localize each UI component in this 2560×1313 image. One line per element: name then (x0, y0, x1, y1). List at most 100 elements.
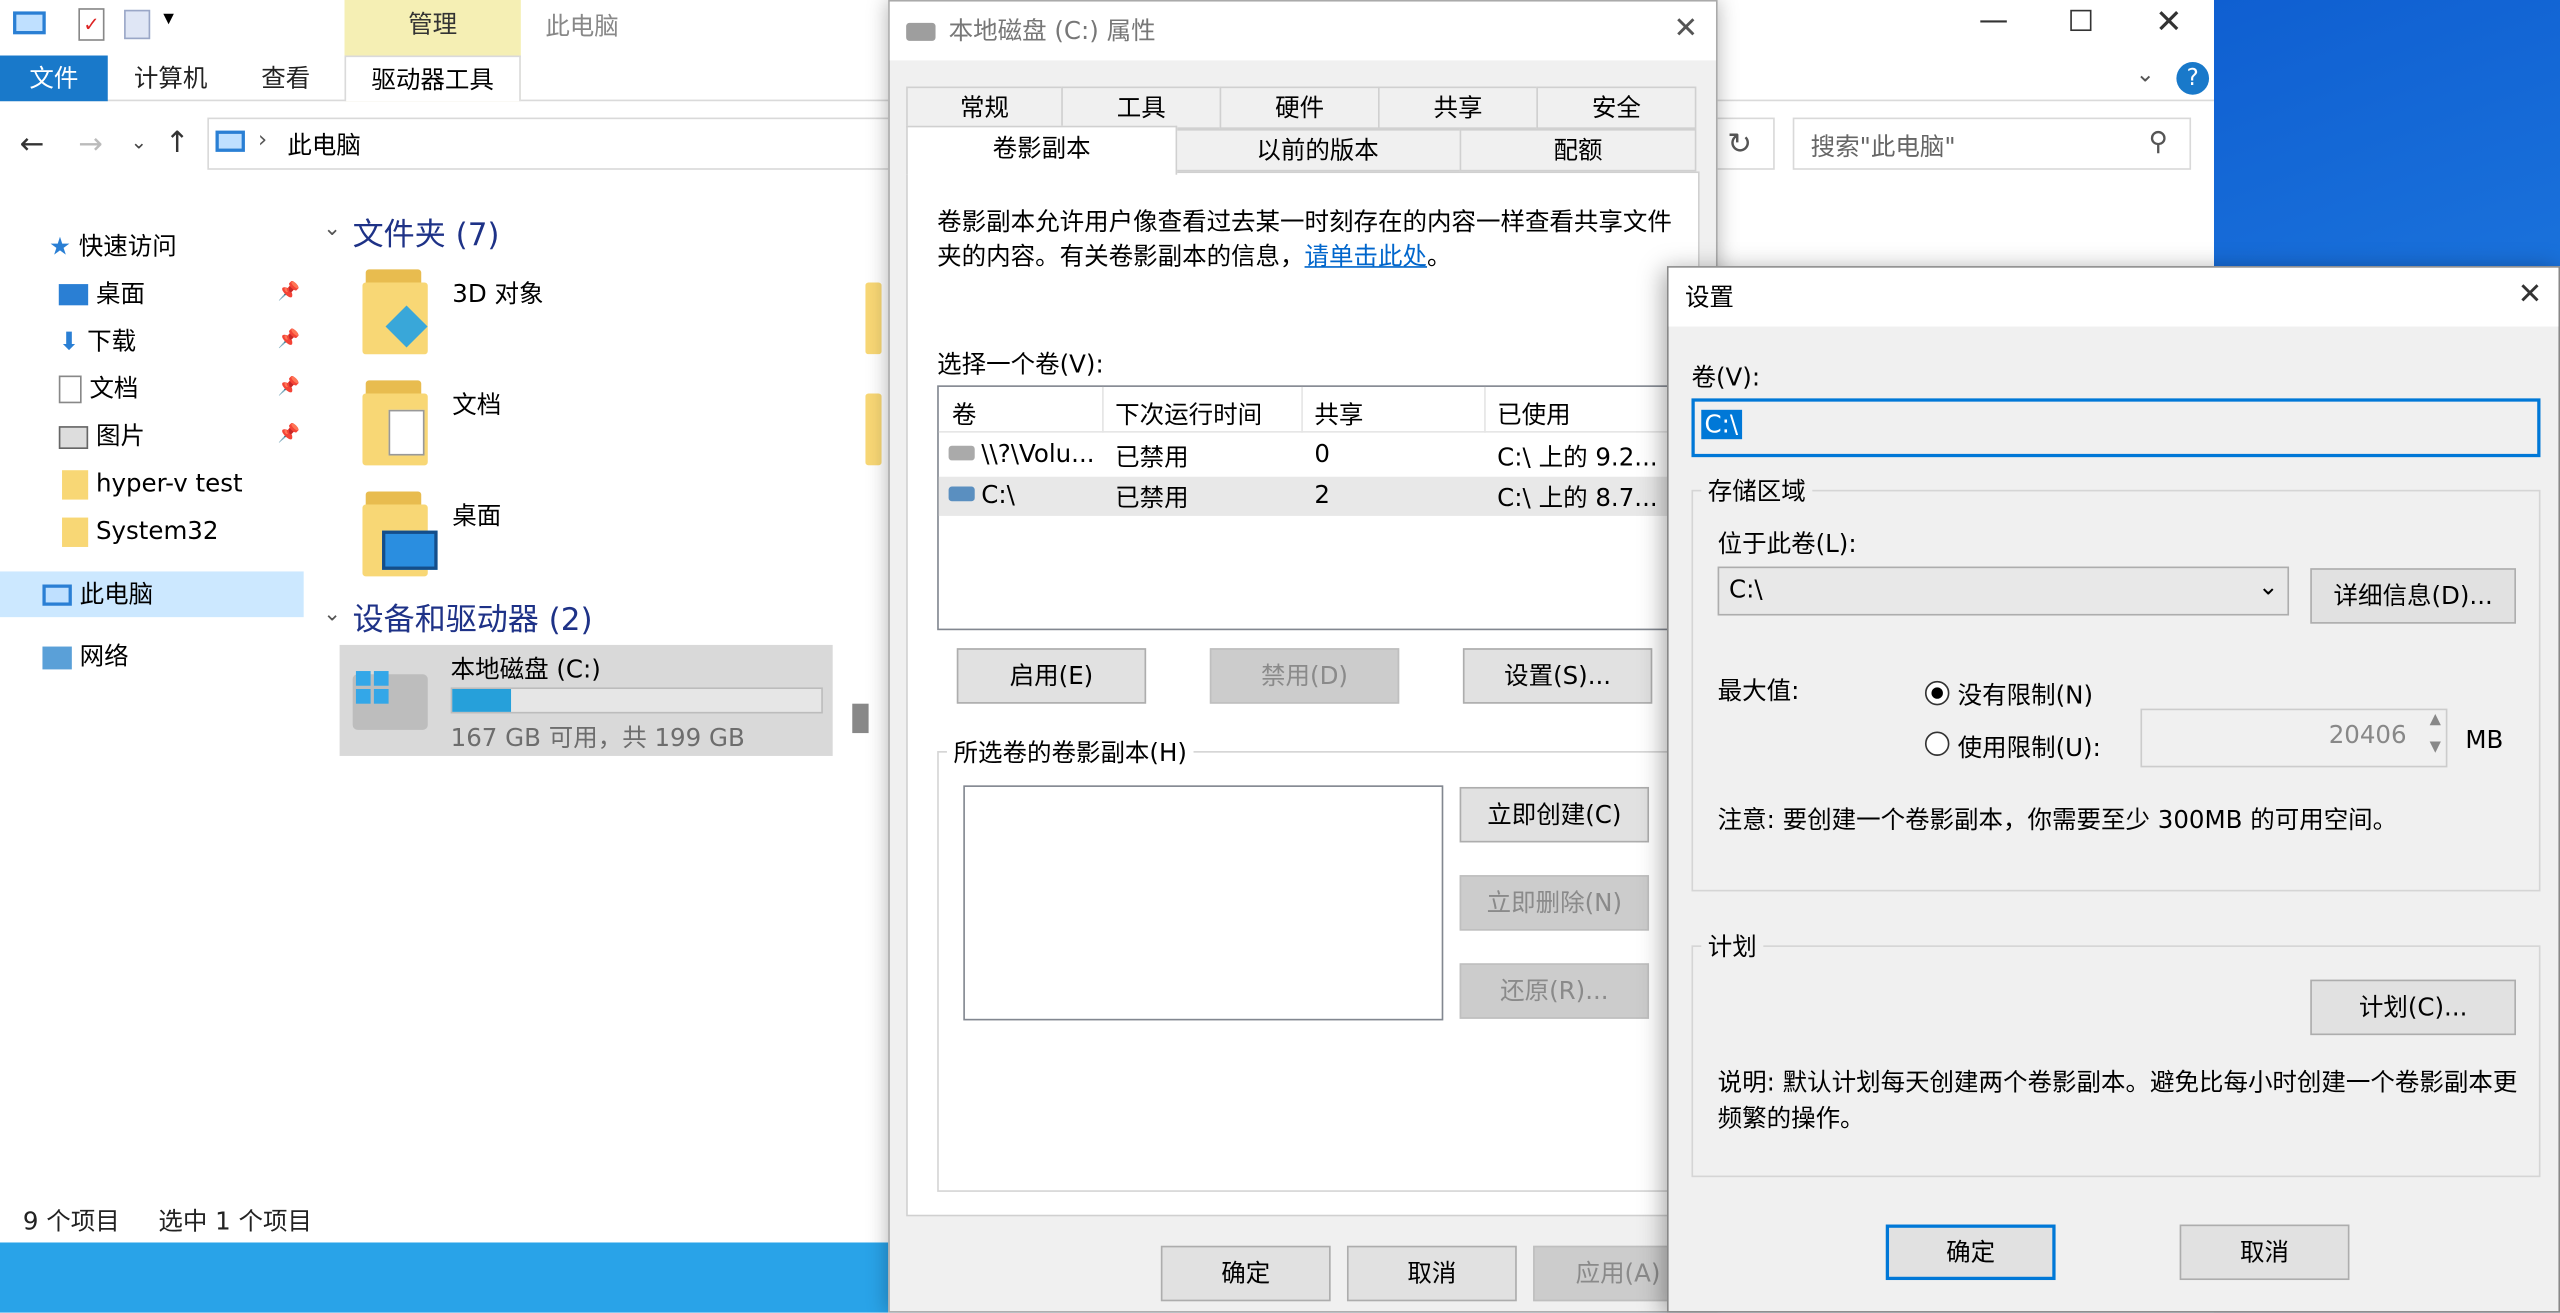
back-icon[interactable]: ← (20, 127, 45, 161)
shadow-copies-desc: 卷影副本允许用户像查看过去某一时刻存在的内容一样查看共享文件夹的内容。有关卷影副… (937, 206, 1688, 275)
help-icon[interactable]: ? (2176, 62, 2210, 95)
navigation-pane: ★ 快速访问 桌面 ⬇ 下载 文档 图片 📌 📌 📌 📌 hyper-v tes… (0, 204, 307, 1200)
nav-network[interactable]: 网络 (42, 633, 129, 679)
info-link[interactable]: 请单击此处 (1305, 242, 1427, 271)
tab-shadow-copies[interactable]: 卷影副本 (906, 125, 1178, 175)
nav-this-pc[interactable]: 此电脑 (42, 571, 153, 617)
drive-usage-fill (452, 688, 512, 712)
tab-computer[interactable]: 计算机 (134, 56, 207, 102)
create-now-button[interactable]: 立即创建(C) (1459, 786, 1650, 843)
table-row[interactable]: \\?\Volu... 已禁用 0 C:\ 上的 9.2... (939, 436, 1703, 475)
disable-button[interactable]: 禁用(D) (1209, 648, 1400, 704)
settings-cancel-button[interactable]: 取消 (2179, 1224, 2350, 1281)
recent-locations-icon[interactable]: ⌄ (131, 131, 147, 154)
devices-group-header[interactable]: 设备和驱动器 (2) (353, 596, 593, 640)
search-input[interactable]: 搜索"此电脑" (1792, 117, 2192, 170)
volume-field[interactable]: C:\ (1691, 398, 2541, 458)
tab-view[interactable]: 查看 (261, 56, 310, 102)
pin-icon[interactable]: 📌 (278, 328, 300, 349)
schedule-button[interactable]: 计划(C)... (2310, 979, 2516, 1036)
breadcrumb-this-pc[interactable]: 此电脑 (287, 127, 360, 161)
pin-icon[interactable]: 📌 (278, 376, 300, 397)
settings-title: 设置 (1668, 267, 2559, 327)
up-icon[interactable]: ↑ (165, 126, 190, 160)
this-pc-icon (215, 130, 245, 152)
nav-system32[interactable]: System32 (62, 508, 218, 554)
no-limit-radio[interactable] (1924, 680, 1950, 706)
col-next-run[interactable]: 下次运行时间 (1115, 397, 1262, 431)
row-used: C:\ 上的 9.2... (1497, 442, 1658, 472)
drive-c-tile[interactable]: 本地磁盘 (C:) 167 GB 可用，共 199 GB (339, 644, 833, 756)
nav-pictures[interactable]: 图片 (58, 413, 145, 459)
col-used[interactable]: 已使用 (1497, 397, 1570, 431)
table-row[interactable]: C:\ 已禁用 2 C:\ 上的 8.7... (938, 476, 1703, 516)
schedule-note: 说明: 默认计划每天创建两个卷影副本。避免比每小时创建一个卷影副本更频繁的操作。 (1717, 1067, 2518, 1134)
properties-icon[interactable]: ✓ (78, 8, 105, 41)
properties-dialog: 本地磁盘 (C:) 属性 ✕ 常规 工具 硬件 共享 安全 以前的版本 配额 卷… (888, 0, 1718, 1313)
volume-list[interactable]: 卷 下次运行时间 共享 已使用 \\?\Volu... 已禁用 0 C:\ 上的… (937, 385, 1703, 631)
col-shares[interactable]: 共享 (1314, 397, 1363, 431)
ok-button[interactable]: 确定 (1160, 1245, 1331, 1302)
tab-previous-versions[interactable]: 以前的版本 (1173, 128, 1462, 172)
use-limit-label[interactable]: 使用限制(U): (1958, 730, 2101, 764)
spin-down-icon[interactable]: ▼ (2430, 740, 2441, 756)
folder-desktop[interactable]: 桌面 (452, 498, 501, 532)
tab-file[interactable]: 文件 (0, 55, 108, 102)
new-folder-icon[interactable] (124, 9, 151, 40)
nav-documents[interactable]: 文档 (58, 366, 138, 412)
download-icon: ⬇ (58, 326, 80, 356)
folder-partial-icon (865, 380, 882, 466)
use-limit-radio[interactable] (1924, 731, 1950, 756)
tab-quota[interactable]: 配额 (1459, 128, 1697, 172)
forward-icon[interactable]: → (78, 127, 103, 161)
storage-group-title: 存储区域 (1701, 473, 1813, 508)
close-icon[interactable]: ✕ (1674, 11, 1699, 45)
maximize-button[interactable] (2070, 9, 2092, 32)
refresh-icon[interactable]: ↻ (1727, 127, 1752, 161)
restore-button[interactable]: 还原(R)... (1459, 963, 1650, 1019)
tab-sharing[interactable]: 共享 (1377, 86, 1539, 129)
tab-hardware[interactable]: 硬件 (1219, 86, 1380, 129)
pin-icon[interactable]: 📌 (278, 281, 300, 302)
minimize-button[interactable]: — (1979, 3, 2008, 37)
details-button[interactable]: 详细信息(D)... (2310, 568, 2516, 624)
tab-security[interactable]: 安全 (1536, 86, 1697, 129)
folder-3d-objects[interactable]: 3D 对象 (452, 276, 543, 310)
folders-group-header[interactable]: 文件夹 (7) (353, 211, 500, 255)
customize-qat-icon[interactable]: ▾ (163, 7, 174, 31)
enable-button[interactable]: 启用(E) (956, 648, 1147, 704)
chevron-down-icon[interactable]: ⌄ (323, 602, 341, 626)
settings-button[interactable]: 设置(S)... (1462, 648, 1653, 704)
settings-ok-button[interactable]: 确定 (1885, 1224, 2056, 1281)
pin-icon[interactable]: 📌 (278, 423, 300, 444)
copies-list[interactable] (963, 785, 1444, 1021)
tab-tools[interactable]: 工具 (1061, 86, 1222, 129)
chevron-down-icon[interactable]: ⌄ (323, 217, 341, 241)
spin-up-icon[interactable]: ▲ (2430, 712, 2441, 728)
limit-spinner[interactable]: 20406 ▲ ▼ (2140, 708, 2448, 768)
tab-general[interactable]: 常规 (906, 86, 1063, 129)
computer-icon[interactable] (13, 11, 46, 35)
row-next-run: 已禁用 (1115, 483, 1189, 513)
nav-hyper-v-test[interactable]: hyper-v test (62, 460, 243, 506)
cancel-button[interactable]: 取消 (1346, 1245, 1517, 1302)
nav-quick-access[interactable]: ★ 快速访问 (49, 224, 177, 270)
nav-quick-access-label: 快速访问 (78, 231, 177, 262)
located-dropdown[interactable]: C:\ ⌄ (1717, 566, 2290, 616)
drive-icon (948, 486, 975, 502)
col-volume[interactable]: 卷 (952, 397, 977, 431)
row-shares: 0 (1314, 439, 1330, 469)
no-limit-label[interactable]: 没有限制(N) (1958, 678, 2093, 712)
nav-hyper-v-label: hyper-v test (95, 468, 243, 498)
folder-documents[interactable]: 文档 (452, 387, 501, 421)
tab-drive-tools[interactable]: 驱动器工具 (344, 55, 521, 102)
close-icon[interactable]: ✕ (2518, 278, 2543, 312)
limit-value: 20406 (2328, 720, 2407, 750)
nav-downloads[interactable]: ⬇ 下载 (59, 318, 136, 364)
manage-context-label: 管理 (408, 9, 458, 40)
nav-desktop[interactable]: 桌面 (58, 271, 145, 317)
delete-now-button[interactable]: 立即删除(N) (1459, 875, 1650, 931)
search-icon[interactable]: ⚲ (2149, 126, 2168, 157)
ribbon-expand-icon[interactable]: ⌄ (2136, 62, 2155, 88)
close-button[interactable]: ✕ (2155, 2, 2182, 41)
